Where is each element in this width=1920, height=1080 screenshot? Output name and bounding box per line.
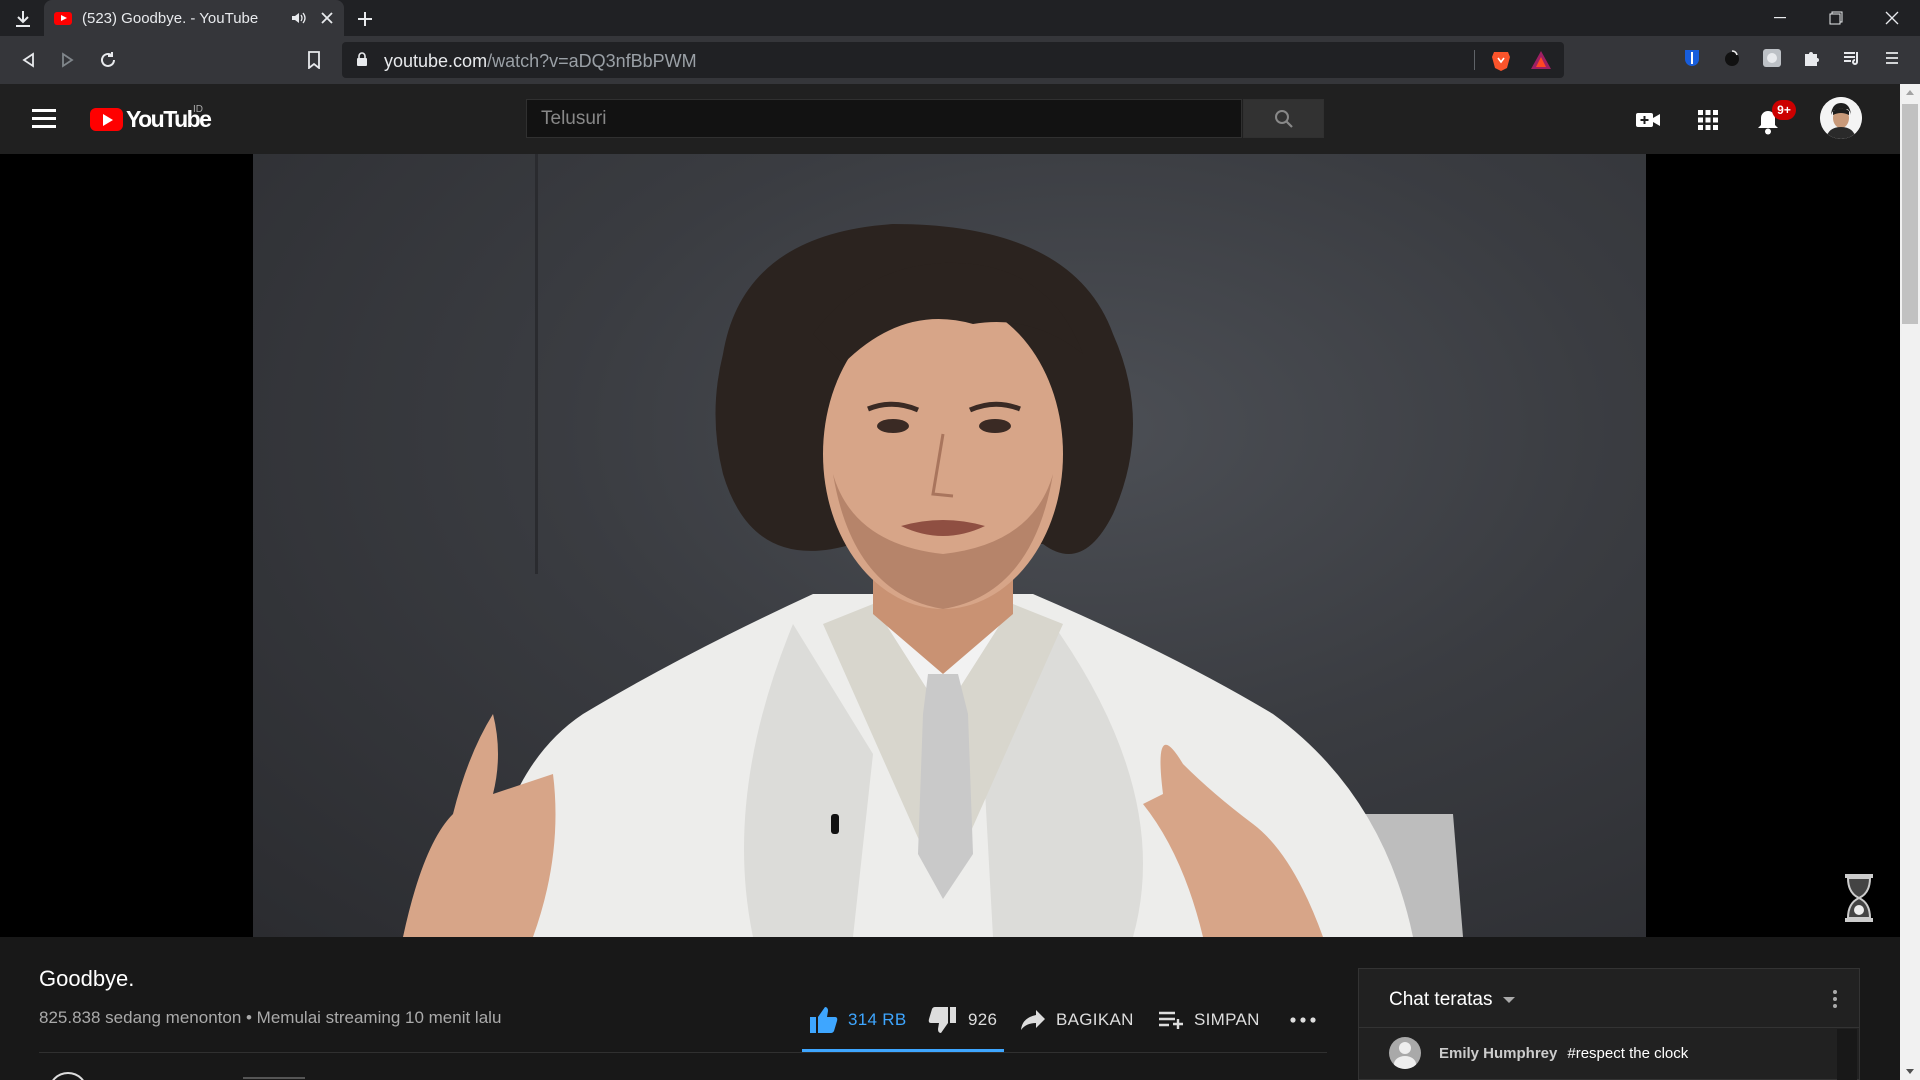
tab-title: (523) Goodbye. - YouTube <box>82 10 259 27</box>
video-player[interactable] <box>253 154 1646 937</box>
chat-header: Chat teratas <box>1359 969 1859 1028</box>
lock-icon <box>357 52 367 66</box>
speaker-icon[interactable] <box>290 9 308 27</box>
live-chat-panel: Chat teratas Emily Humphrey #respect the… <box>1358 968 1860 1080</box>
more-horizontal-icon <box>1290 1017 1316 1023</box>
share-button[interactable]: BAGIKAN <box>1020 1004 1134 1036</box>
ext-gray-icon[interactable] <box>1760 46 1784 70</box>
youtube-favicon <box>54 12 72 25</box>
bookmark-icon[interactable] <box>300 46 328 74</box>
chat-mode-label: Chat teratas <box>1389 989 1493 1010</box>
url-text[interactable]: youtube.com/watch?v=aDQ3nfBbPWM <box>384 51 697 72</box>
thumbs-down-icon <box>928 1007 956 1033</box>
active-tab[interactable]: (523) Goodbye. - YouTube <box>44 0 344 36</box>
save-label: SIMPAN <box>1194 1010 1260 1029</box>
menu-icon[interactable] <box>1880 46 1904 70</box>
minimize-icon[interactable] <box>1752 0 1808 36</box>
chat-author-name[interactable]: Emily Humphrey <box>1439 1045 1557 1062</box>
dropdown-caret-icon <box>1502 997 1515 1003</box>
browser-tab-strip: (523) Goodbye. - YouTube <box>0 0 1920 36</box>
apps-icon[interactable] <box>1694 106 1722 134</box>
playlist-icon[interactable] <box>1840 46 1864 70</box>
search-input[interactable] <box>527 100 1244 137</box>
new-tab-icon[interactable] <box>352 6 378 32</box>
save-button[interactable]: SIMPAN <box>1158 1004 1260 1036</box>
like-count: 314 RB <box>848 1010 907 1029</box>
brave-rewards-icon[interactable] <box>1530 50 1552 70</box>
search-button[interactable] <box>1243 99 1324 138</box>
omnibox-separator <box>1474 50 1475 70</box>
view-count: 825.838 sedang menonton • Memulai stream… <box>39 1008 502 1027</box>
extensions-icon[interactable] <box>1800 46 1824 70</box>
youtube-play-icon <box>90 107 123 131</box>
restore-icon[interactable] <box>1808 0 1864 36</box>
create-video-icon[interactable] <box>1634 106 1662 134</box>
url-path: /watch?v=aDQ3nfBbPWM <box>487 51 697 71</box>
thumbs-up-icon <box>810 1007 838 1033</box>
ext-dark-icon[interactable] <box>1720 46 1744 70</box>
chat-mode-dropdown[interactable]: Chat teratas <box>1389 989 1515 1011</box>
notification-badge: 9+ <box>1772 100 1796 120</box>
scroll-thumb[interactable] <box>1902 104 1918 324</box>
more-actions-button[interactable] <box>1290 1004 1326 1036</box>
close-tab-icon[interactable] <box>318 9 336 27</box>
download-icon[interactable] <box>10 6 36 32</box>
back-icon[interactable] <box>14 46 42 74</box>
address-bar[interactable]: youtube.com/watch?v=aDQ3nfBbPWM <box>342 42 1564 78</box>
bitwarden-icon[interactable] <box>1680 46 1704 70</box>
search-box <box>526 99 1244 138</box>
logo-region-code: ID <box>193 104 203 115</box>
chat-author-avatar[interactable] <box>1389 1037 1421 1069</box>
like-button[interactable]: 314 RB <box>808 1004 907 1036</box>
playlist-add-icon <box>1159 1011 1183 1029</box>
youtube-masthead: YouTube ID <box>0 84 1900 154</box>
url-host: youtube.com <box>384 51 488 71</box>
hourglass-icon <box>1845 874 1873 922</box>
search-icon <box>1274 109 1293 128</box>
subscribe-placeholder <box>243 1077 305 1079</box>
dislike-count: 926 <box>968 1010 998 1029</box>
guide-menu-icon[interactable] <box>32 109 56 129</box>
page-scrollbar[interactable] <box>1900 84 1920 1080</box>
chat-message-text: #respect the clock <box>1567 1044 1689 1062</box>
close-window-icon[interactable] <box>1864 0 1920 36</box>
brave-shields-icon[interactable] <box>1490 49 1512 71</box>
browser-toolbar: youtube.com/watch?v=aDQ3nfBbPWM <box>0 36 1920 84</box>
scroll-down-icon[interactable] <box>1900 1063 1920 1080</box>
divider <box>39 1052 1327 1053</box>
chat-more-icon[interactable] <box>1823 987 1847 1011</box>
share-icon <box>1021 1010 1045 1030</box>
chat-scrollbar[interactable] <box>1837 1029 1857 1080</box>
scroll-up-icon[interactable] <box>1900 84 1920 101</box>
share-label: BAGIKAN <box>1056 1010 1134 1029</box>
dislike-button[interactable]: 926 <box>928 1004 997 1036</box>
account-avatar[interactable] <box>1820 97 1862 139</box>
video-frame-person <box>403 154 1463 937</box>
chat-message[interactable]: Emily Humphrey #respect the clock <box>1389 1037 1688 1069</box>
forward-icon[interactable] <box>54 46 82 74</box>
reload-icon[interactable] <box>94 46 122 74</box>
video-title: Goodbye. <box>39 966 135 991</box>
